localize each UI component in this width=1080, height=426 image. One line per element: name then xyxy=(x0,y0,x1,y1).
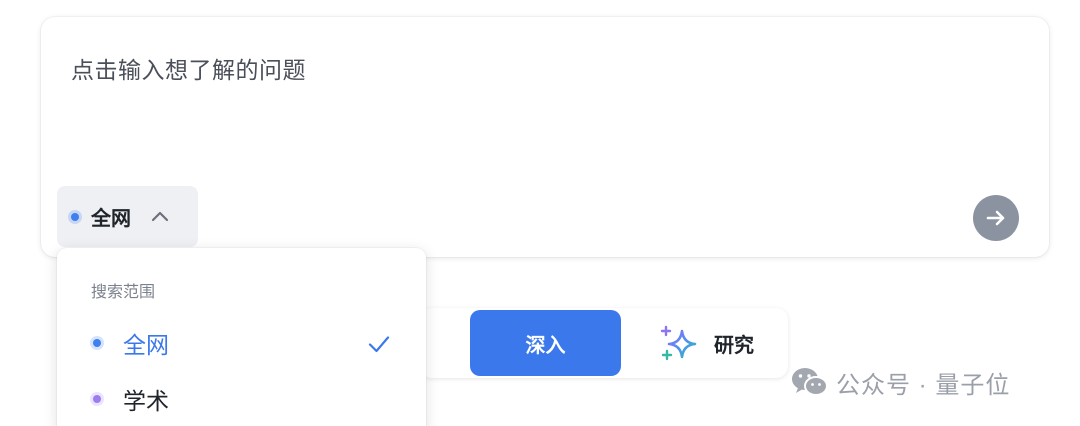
scope-dot-icon xyxy=(71,212,79,221)
search-scope-label: 全网 xyxy=(91,208,131,230)
chevron-up-icon xyxy=(149,206,171,228)
sparkle-icon xyxy=(658,323,698,363)
dropdown-option-label: 全网 xyxy=(123,332,169,358)
dropdown-option-label: 学术 xyxy=(123,388,169,414)
arrow-right-icon xyxy=(983,205,1009,231)
mode-research-button[interactable]: 研究 xyxy=(658,322,754,364)
dropdown-option-all-web[interactable]: 全网 xyxy=(57,318,426,368)
dropdown-option-academic[interactable]: 学术 xyxy=(57,374,426,424)
question-input-card[interactable]: 点击输入想了解的问题 全网 xyxy=(41,17,1049,257)
wechat-icon xyxy=(790,365,830,399)
question-input-placeholder[interactable]: 点击输入想了解的问题 xyxy=(71,51,306,85)
check-icon xyxy=(367,332,391,356)
app-stage: 点击输入想了解的问题 全网 深入 研究 搜索范围 全网 学术 公众号 · 量子位 xyxy=(0,0,1080,426)
send-button[interactable] xyxy=(973,195,1019,241)
mode-deep-button[interactable]: 深入 xyxy=(470,310,621,376)
search-scope-dropdown: 搜索范围 全网 学术 xyxy=(57,248,426,426)
dropdown-title: 搜索范围 xyxy=(91,284,156,301)
mode-research-label: 研究 xyxy=(714,334,754,357)
watermark: 公众号 · 量子位 xyxy=(790,362,1010,402)
watermark-text: 公众号 · 量子位 xyxy=(836,371,1011,399)
all-web-dot-icon xyxy=(93,339,101,347)
mode-toggle: 深入 研究 xyxy=(420,308,788,378)
search-scope-button[interactable]: 全网 xyxy=(57,186,198,247)
academic-dot-icon xyxy=(93,395,101,403)
